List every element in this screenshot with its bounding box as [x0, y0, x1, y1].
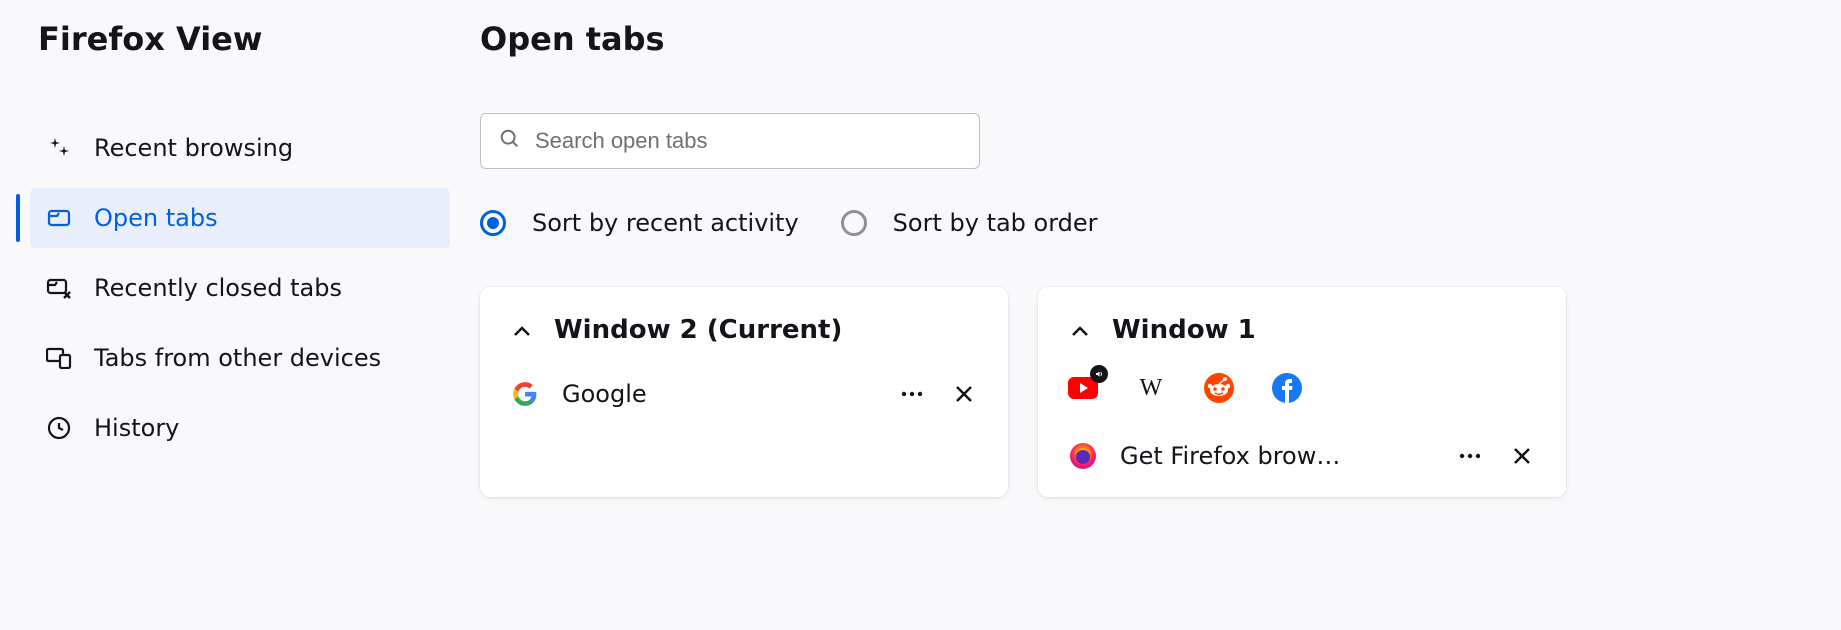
nav-item-recent-browsing[interactable]: Recent browsing	[30, 118, 450, 178]
sparkle-icon	[46, 135, 72, 161]
chevron-up-icon	[1070, 315, 1090, 345]
window-card: Window 1 W	[1038, 287, 1566, 497]
search-icon	[499, 128, 521, 154]
google-favicon	[510, 379, 540, 409]
window-header[interactable]: Window 1	[1038, 315, 1566, 365]
reddit-favicon[interactable]	[1204, 373, 1234, 403]
nav-item-other-devices[interactable]: Tabs from other devices	[30, 328, 450, 388]
nav-item-label: History	[94, 414, 179, 442]
radio-unchecked-icon	[841, 210, 867, 236]
nav-item-label: Recent browsing	[94, 134, 293, 162]
tab-actions	[1456, 442, 1536, 470]
app-title: Firefox View	[38, 20, 450, 58]
page-title: Open tabs	[480, 20, 1811, 58]
nav-item-open-tabs[interactable]: Open tabs	[30, 188, 450, 248]
search-box[interactable]	[480, 113, 980, 169]
search-input[interactable]	[535, 128, 961, 154]
sidebar: Firefox View Recent browsing Open tabs R…	[30, 20, 470, 610]
nav-item-label: Recently closed tabs	[94, 274, 342, 302]
firefox-favicon	[1068, 441, 1098, 471]
nav-list: Recent browsing Open tabs Recently close…	[30, 118, 450, 458]
tab-close-icon	[46, 275, 72, 301]
facebook-favicon[interactable]	[1272, 373, 1302, 403]
main-content: Open tabs Sort by recent activity Sort b…	[470, 20, 1811, 610]
sort-option-recent-activity[interactable]: Sort by recent activity	[480, 209, 799, 237]
audio-playing-icon	[1090, 365, 1108, 383]
nav-item-label: Tabs from other devices	[94, 344, 381, 372]
tab-actions	[898, 380, 978, 408]
sort-option-label: Sort by tab order	[893, 209, 1098, 237]
more-icon[interactable]	[1456, 442, 1484, 470]
youtube-favicon[interactable]	[1068, 373, 1098, 403]
tab-row[interactable]: Google	[480, 365, 1008, 423]
windows-row: Window 2 (Current) Google	[480, 287, 1811, 497]
sort-option-tab-order[interactable]: Sort by tab order	[841, 209, 1098, 237]
window-title: Window 2 (Current)	[554, 315, 842, 345]
nav-item-history[interactable]: History	[30, 398, 450, 458]
favicons-preview: W	[1038, 365, 1566, 427]
tab-row[interactable]: Get Firefox brow…	[1038, 427, 1566, 485]
close-icon[interactable]	[950, 380, 978, 408]
window-header[interactable]: Window 2 (Current)	[480, 315, 1008, 365]
tab-icon	[46, 205, 72, 231]
close-icon[interactable]	[1508, 442, 1536, 470]
tab-title: Google	[562, 380, 876, 408]
nav-item-recently-closed[interactable]: Recently closed tabs	[30, 258, 450, 318]
sort-option-label: Sort by recent activity	[532, 209, 799, 237]
wikipedia-favicon[interactable]: W	[1136, 373, 1166, 403]
radio-checked-icon	[480, 210, 506, 236]
more-icon[interactable]	[898, 380, 926, 408]
window-card-current: Window 2 (Current) Google	[480, 287, 1008, 497]
tab-title: Get Firefox brow…	[1120, 442, 1434, 470]
history-icon	[46, 415, 72, 441]
sort-options: Sort by recent activity Sort by tab orde…	[480, 209, 1811, 237]
devices-icon	[46, 345, 72, 371]
nav-item-label: Open tabs	[94, 204, 218, 232]
chevron-up-icon	[512, 315, 532, 345]
window-title: Window 1	[1112, 315, 1256, 345]
